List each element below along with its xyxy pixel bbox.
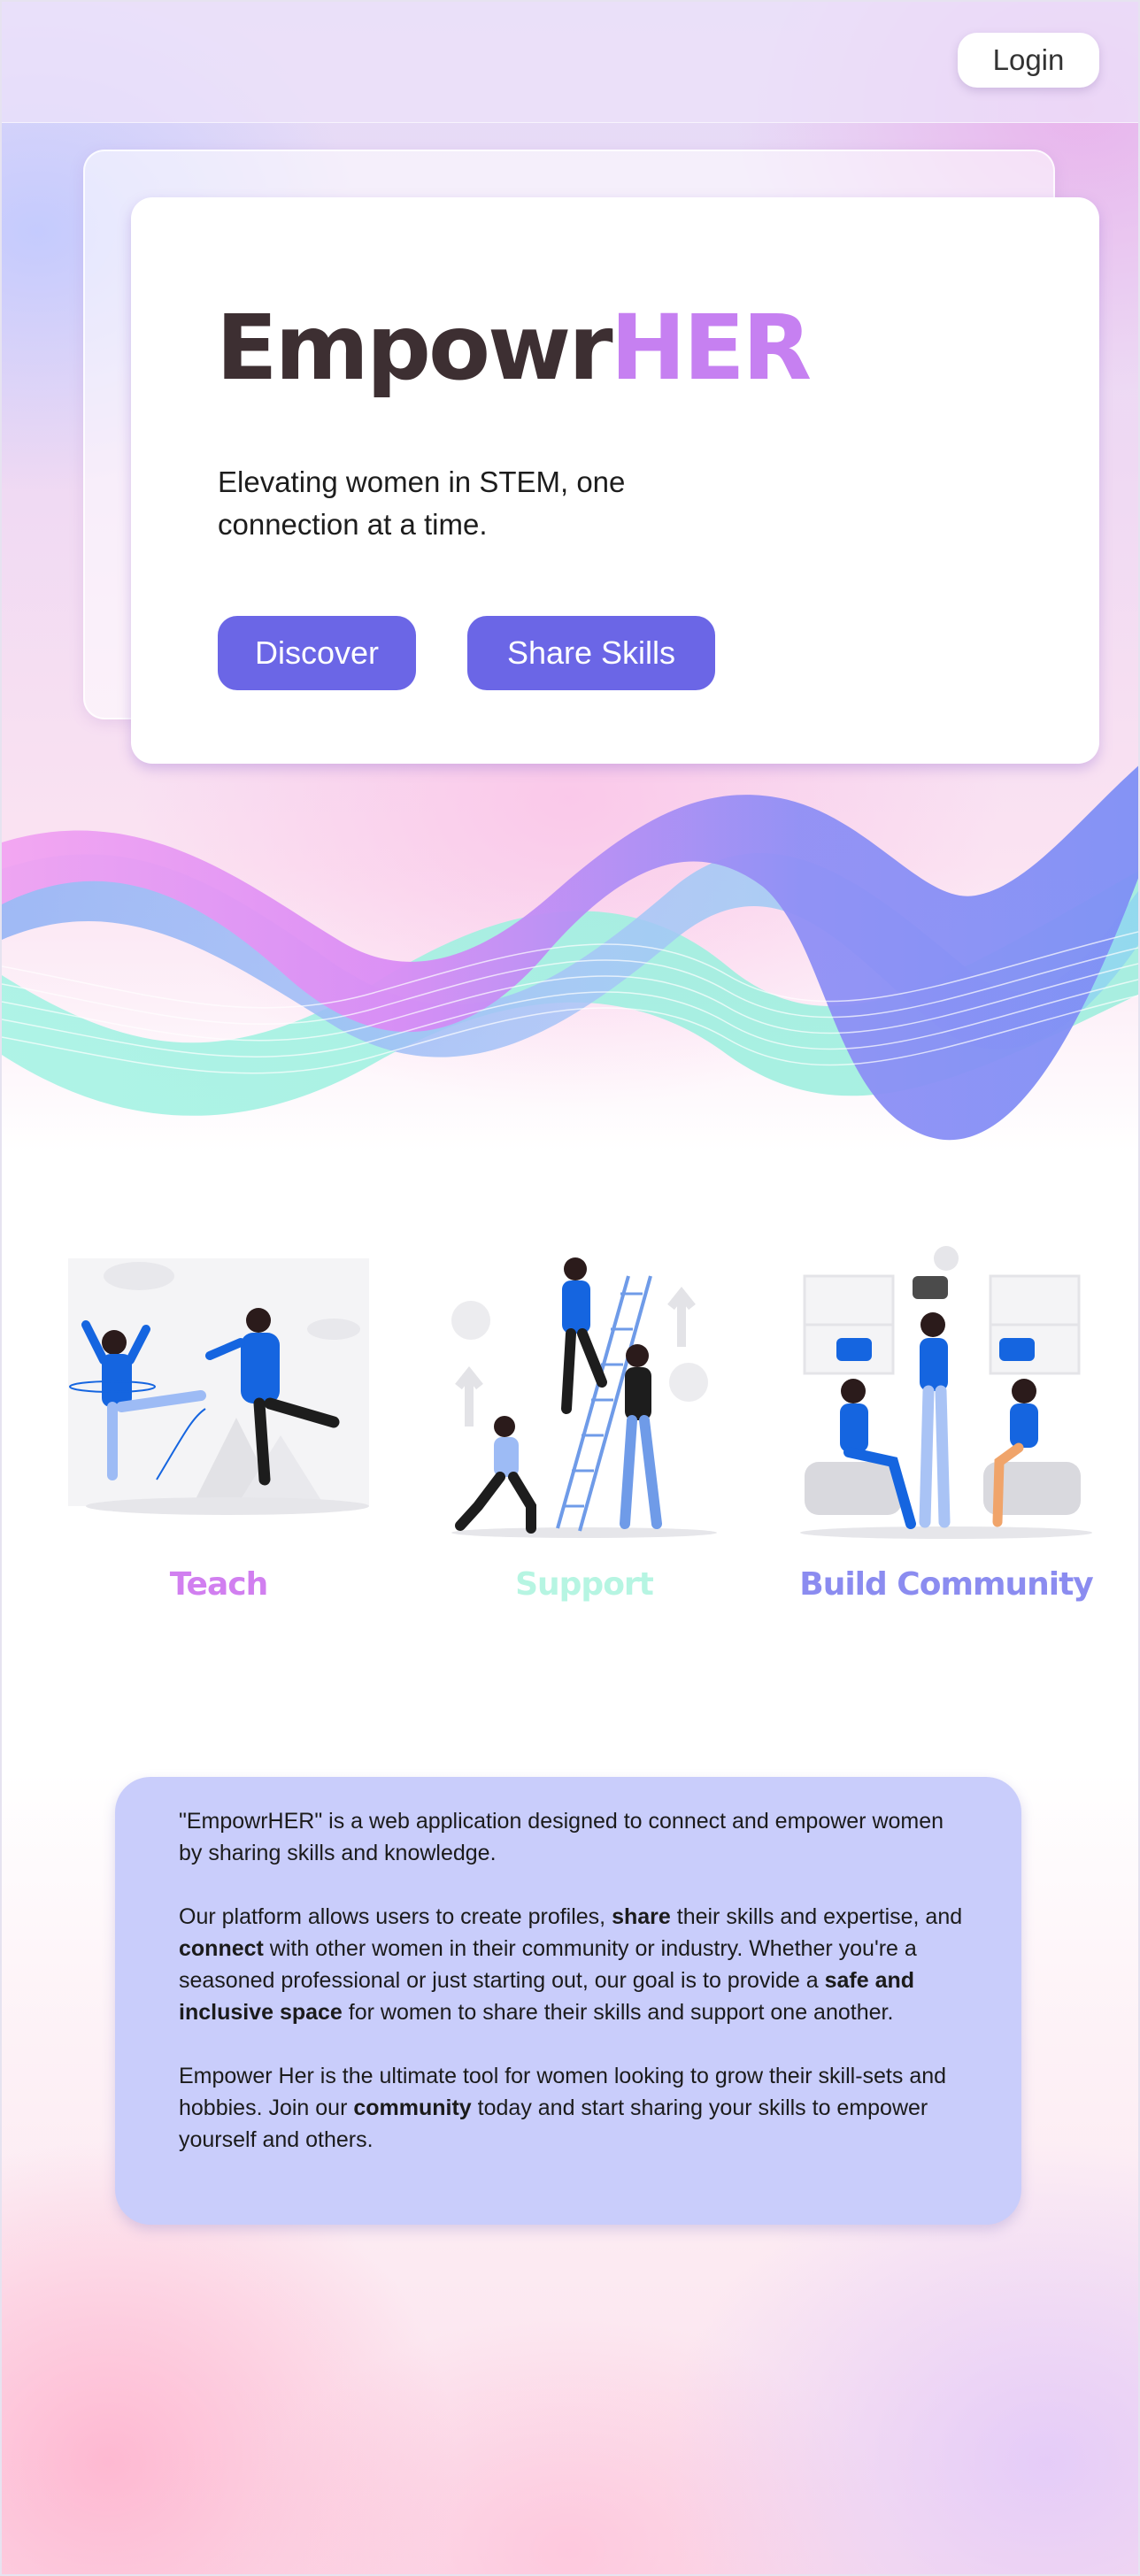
about-p2-bold-connect: connect bbox=[179, 1936, 264, 1961]
about-card: "EmpowrHER" is a web application designe… bbox=[115, 1777, 1021, 2225]
discover-button[interactable]: Discover bbox=[218, 616, 416, 690]
hero-tagline: Elevating women in STEM, one connection … bbox=[218, 465, 626, 541]
page: Login EmpowrHER Elevating women in STEM,… bbox=[0, 0, 1140, 2576]
about-p1-text: "EmpowrHER" is a web application designe… bbox=[179, 1809, 944, 1865]
feature-label-teach: Teach bbox=[169, 1566, 268, 1603]
about-paragraph-1: "EmpowrHER" is a web application designe… bbox=[179, 1805, 972, 1869]
about-p2-bold-share: share bbox=[612, 1904, 671, 1929]
about-p2-text: their skills and expertise, and bbox=[670, 1904, 963, 1929]
feature-support bbox=[425, 1241, 743, 1559]
brand-title-part2: HER bbox=[610, 296, 813, 401]
about-p3-bold-community: community bbox=[353, 2095, 472, 2120]
brand-title-part1: Empowr bbox=[216, 296, 613, 401]
about-paragraph-3: Empower Her is the ultimate tool for wom… bbox=[179, 2060, 972, 2156]
feature-label-build-community: Build Community bbox=[799, 1566, 1094, 1603]
login-button[interactable]: Login bbox=[958, 33, 1099, 88]
feature-teach bbox=[59, 1241, 378, 1559]
feature-build-community bbox=[787, 1241, 1105, 1559]
hero-card: EmpowrHER Elevating women in STEM, one c… bbox=[131, 197, 1099, 764]
top-bar: Login bbox=[2, 2, 1138, 123]
about-p2-text: for women to share their skills and supp… bbox=[342, 2000, 894, 2025]
decorative-wave bbox=[2, 765, 1138, 1141]
ice-skaters-illustration bbox=[68, 1258, 369, 1515]
group-conversation-illustration bbox=[800, 1246, 1092, 1539]
about-paragraph-2: Our platform allows users to create prof… bbox=[179, 1901, 972, 2028]
share-skills-button[interactable]: Share Skills bbox=[467, 616, 715, 690]
about-p2-text: with other women in their community or i… bbox=[179, 1936, 917, 1993]
feature-label-support: Support bbox=[515, 1566, 654, 1603]
ladder-helpers-illustration bbox=[451, 1257, 717, 1538]
about-p2-text: Our platform allows users to create prof… bbox=[179, 1904, 612, 1929]
brand-title: EmpowrHER bbox=[216, 304, 812, 394]
